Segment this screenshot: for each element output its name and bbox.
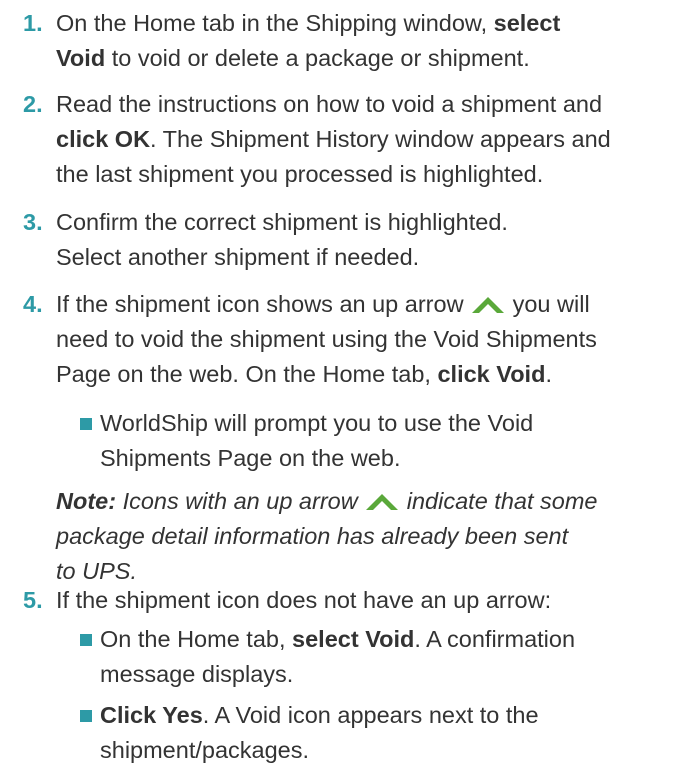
step-text: Read the instructions on how to void a s… [56,91,611,187]
step-number: 5. [23,587,43,613]
step-number: 1. [23,10,43,36]
bullet-square-icon [80,710,92,722]
note-block: Note: Icons with an up arrow indicate th… [56,488,598,584]
step-number: 4. [23,291,43,317]
up-arrow-icon [472,297,505,313]
step-number: 3. [23,209,43,235]
step-text: Confirm the correct shipment is highligh… [56,209,508,270]
step-text: On the Home tab in the Shipping window, … [56,10,561,71]
note-label: Note: [56,488,117,514]
bullet-square-icon [80,634,92,646]
step-text: If the shipment icon does not have an up… [56,587,552,613]
step-text: If the shipment icon shows an up arrow y… [56,291,597,387]
bullet-square-icon [80,418,92,430]
step-number: 2. [23,91,43,117]
up-arrow-icon [366,494,399,510]
